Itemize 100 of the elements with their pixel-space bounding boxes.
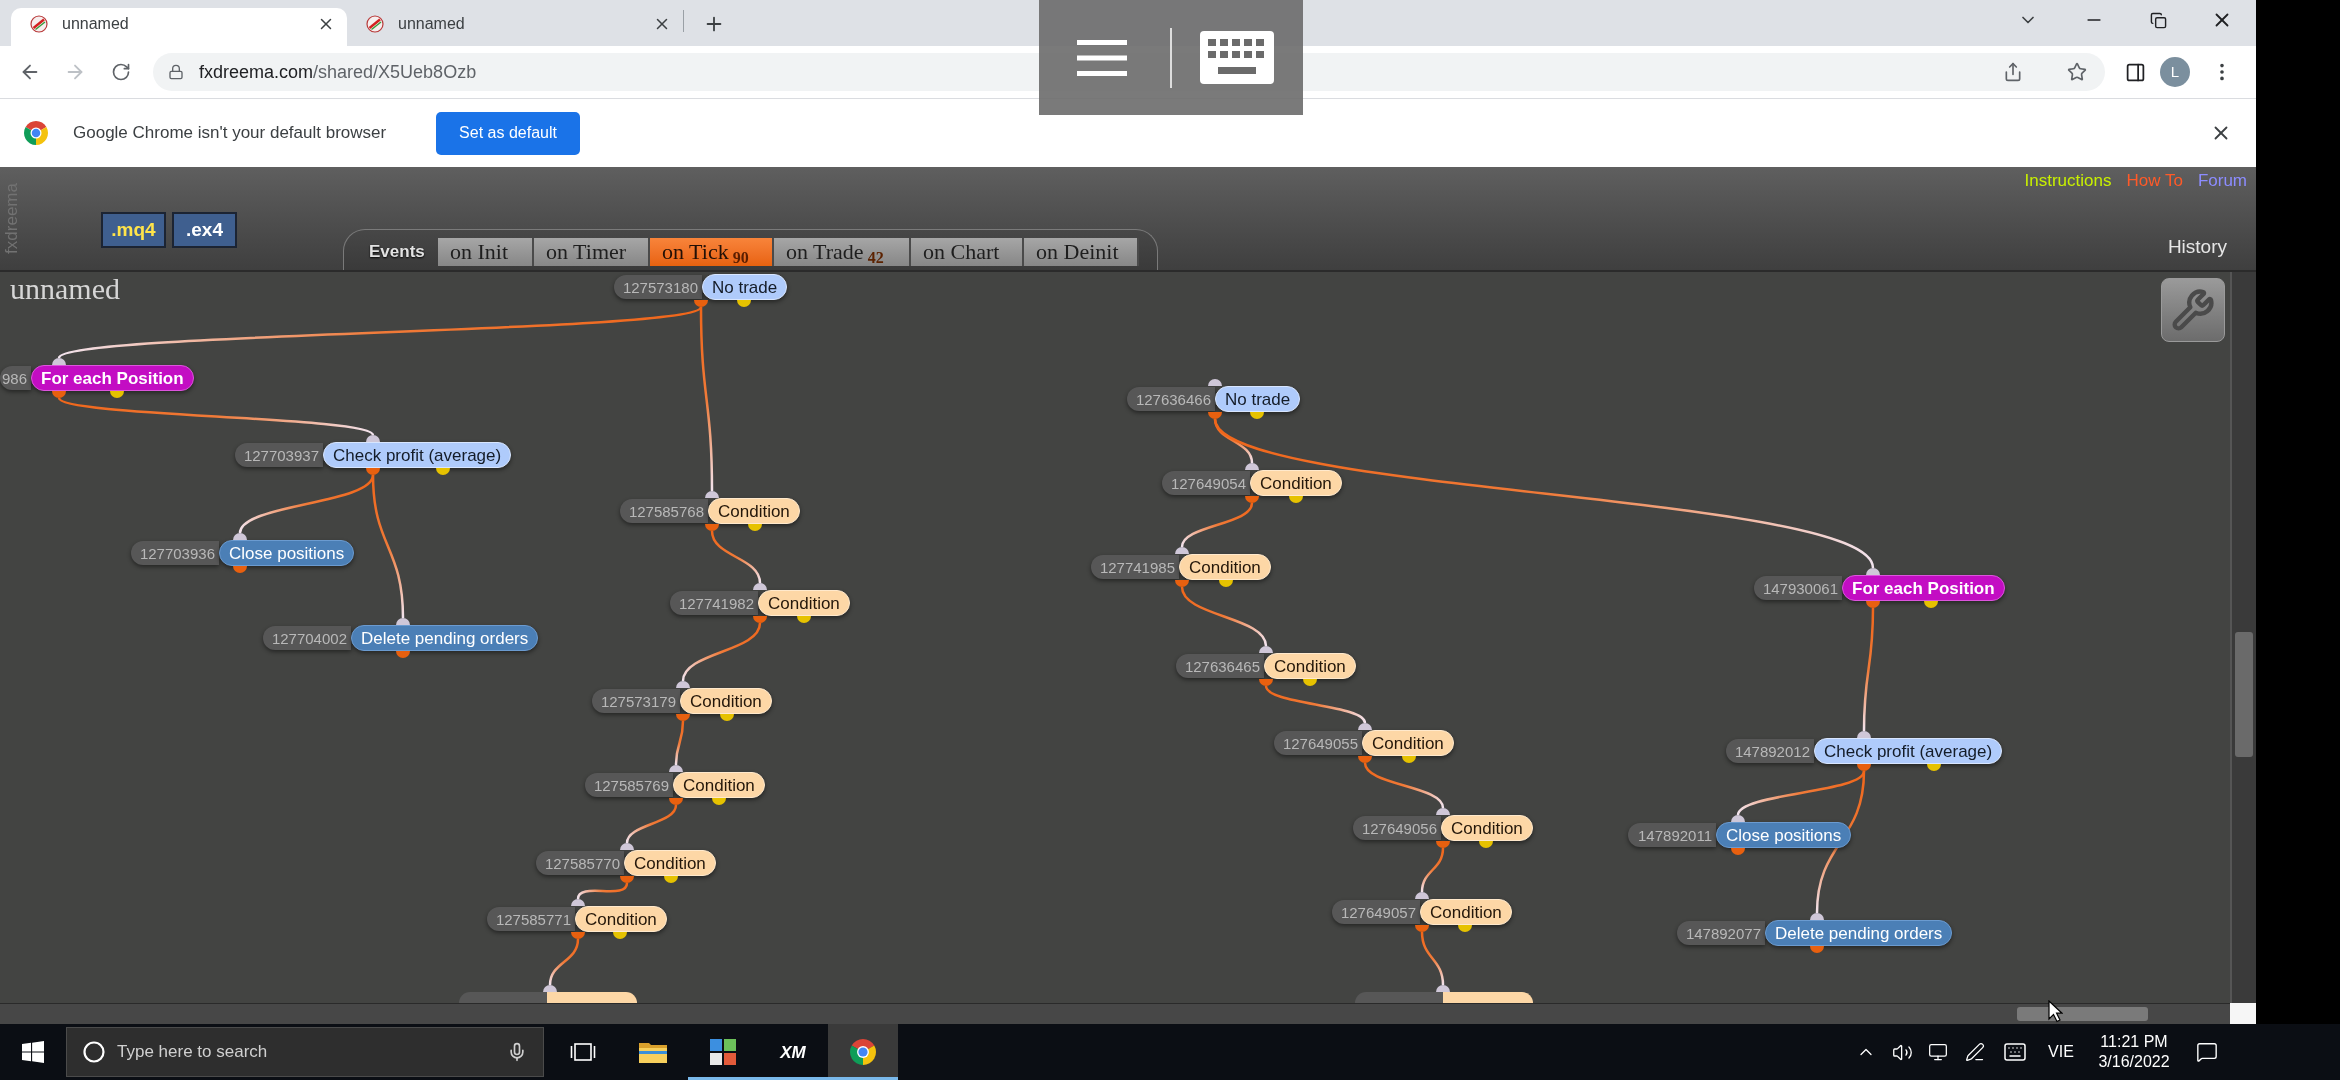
menu-icon[interactable] [1077, 37, 1127, 78]
keyboard-icon[interactable] [2003, 1040, 2027, 1064]
node-block[interactable]: Check profit (average) [323, 442, 512, 468]
output-port-icon[interactable] [1415, 925, 1429, 932]
input-port-icon[interactable] [1436, 808, 1450, 815]
node-block[interactable]: Condition [1250, 470, 1342, 496]
horizontal-scrollbar[interactable] [0, 1003, 2230, 1024]
side-panel-icon[interactable] [2124, 61, 2146, 83]
output-port-icon[interactable] [1208, 412, 1222, 419]
output-port-icon[interactable] [1250, 412, 1264, 419]
cut-off-node[interactable] [1355, 992, 1533, 1003]
output-port-icon[interactable] [720, 714, 734, 721]
search-bar[interactable]: Type here to search [66, 1027, 544, 1077]
output-port-icon[interactable] [1402, 756, 1416, 763]
scrollbar-thumb[interactable] [2235, 632, 2253, 757]
input-port-icon[interactable] [1175, 547, 1189, 554]
language-indicator[interactable]: VIE [2039, 1040, 2083, 1064]
node-block[interactable]: Condition [673, 772, 765, 798]
input-port-icon[interactable] [1245, 463, 1259, 470]
output-port-icon[interactable] [436, 468, 450, 475]
node-block[interactable]: For each Position [1842, 575, 2005, 601]
output-port-icon[interactable] [1458, 925, 1472, 932]
node-block[interactable]: Condition [624, 850, 716, 876]
node-block[interactable]: Condition [1441, 815, 1533, 841]
history-button[interactable]: History [2167, 237, 2227, 256]
input-port-icon[interactable] [1208, 379, 1222, 386]
output-port-icon[interactable] [571, 932, 585, 939]
input-port-icon[interactable] [366, 435, 380, 442]
output-port-icon[interactable] [1924, 601, 1938, 608]
output-port-icon[interactable] [705, 524, 719, 531]
input-port-icon[interactable] [233, 533, 247, 540]
reload-icon[interactable] [111, 62, 131, 82]
node-block[interactable]: Close positions [219, 540, 355, 566]
node-block[interactable]: Delete pending orders [1765, 920, 1953, 946]
star-icon[interactable] [2067, 62, 2087, 82]
output-port-icon[interactable] [1219, 580, 1233, 587]
output-port-icon[interactable] [396, 651, 410, 658]
output-port-icon[interactable] [712, 798, 726, 805]
input-port-icon[interactable] [1857, 731, 1871, 738]
input-port-icon[interactable] [753, 583, 767, 590]
input-port-icon[interactable] [1358, 723, 1372, 730]
scrollbar-thumb[interactable] [2017, 1007, 2148, 1021]
microphone-icon[interactable] [507, 1042, 527, 1062]
tools-button[interactable] [2161, 278, 2225, 342]
notifications-icon[interactable] [2196, 1041, 2218, 1063]
browser-tab[interactable]: unnamed [347, 8, 683, 46]
output-port-icon[interactable] [1731, 848, 1745, 855]
output-port-icon[interactable] [1259, 679, 1273, 686]
search-input[interactable]: Type here to search [117, 1039, 507, 1065]
input-port-icon[interactable] [543, 985, 557, 992]
node-block[interactable]: Delete pending orders [351, 625, 539, 651]
output-port-icon[interactable] [1175, 580, 1189, 587]
input-port-icon[interactable] [1415, 892, 1429, 899]
input-port-icon[interactable] [620, 843, 634, 850]
input-port-icon[interactable] [676, 681, 690, 688]
url-text[interactable]: fxdreema.com/shared/X5Ueb8Ozb [199, 58, 477, 86]
event-tab[interactable]: on Chart [911, 238, 1024, 266]
output-port-icon[interactable] [1289, 496, 1303, 503]
set-default-button[interactable]: Set as default [436, 111, 580, 155]
output-port-icon[interactable] [110, 391, 124, 398]
node-block[interactable]: Close positions [1716, 822, 1852, 848]
output-port-icon[interactable] [1927, 764, 1941, 771]
input-port-icon[interactable] [1259, 646, 1273, 653]
file-type-button[interactable]: .mq4 [101, 212, 166, 248]
output-port-icon[interactable] [1358, 756, 1372, 763]
output-port-icon[interactable] [664, 876, 678, 883]
monitor-icon[interactable] [1928, 1042, 1948, 1062]
node-block[interactable]: Condition [1264, 653, 1356, 679]
event-tab[interactable]: on Deinit [1024, 238, 1139, 266]
output-port-icon[interactable] [737, 300, 751, 307]
node-block[interactable]: Condition [758, 590, 850, 616]
output-port-icon[interactable] [613, 932, 627, 939]
output-port-icon[interactable] [669, 798, 683, 805]
header-link[interactable]: Instructions [2024, 172, 2112, 189]
output-port-icon[interactable] [1245, 496, 1259, 503]
output-port-icon[interactable] [1436, 841, 1450, 848]
node-block[interactable]: Condition [708, 498, 800, 524]
input-port-icon[interactable] [1866, 568, 1880, 575]
output-port-icon[interactable] [1810, 946, 1824, 953]
event-tab[interactable]: on Timer [534, 238, 650, 266]
output-port-icon[interactable] [1866, 601, 1880, 608]
node-block[interactable]: Condition [680, 688, 772, 714]
output-port-icon[interactable] [676, 714, 690, 721]
task-view-icon[interactable] [570, 1042, 596, 1062]
output-port-icon[interactable] [1857, 764, 1871, 771]
share-icon[interactable] [2003, 62, 2023, 82]
input-port-icon[interactable] [705, 491, 719, 498]
output-port-icon[interactable] [1303, 679, 1317, 686]
node-block[interactable]: Condition [1179, 554, 1271, 580]
input-port-icon[interactable] [396, 618, 410, 625]
output-port-icon[interactable] [797, 616, 811, 623]
input-port-icon[interactable] [571, 899, 585, 906]
taskbar-app[interactable] [828, 1024, 898, 1080]
restore-icon[interactable] [2149, 11, 2167, 29]
input-port-icon[interactable] [52, 358, 66, 365]
output-port-icon[interactable] [52, 391, 66, 398]
input-port-icon[interactable] [1436, 985, 1450, 992]
windows-logo-icon[interactable] [22, 1041, 44, 1063]
vertical-scrollbar[interactable] [2230, 272, 2256, 1003]
node-block[interactable]: No trade [1215, 386, 1301, 412]
